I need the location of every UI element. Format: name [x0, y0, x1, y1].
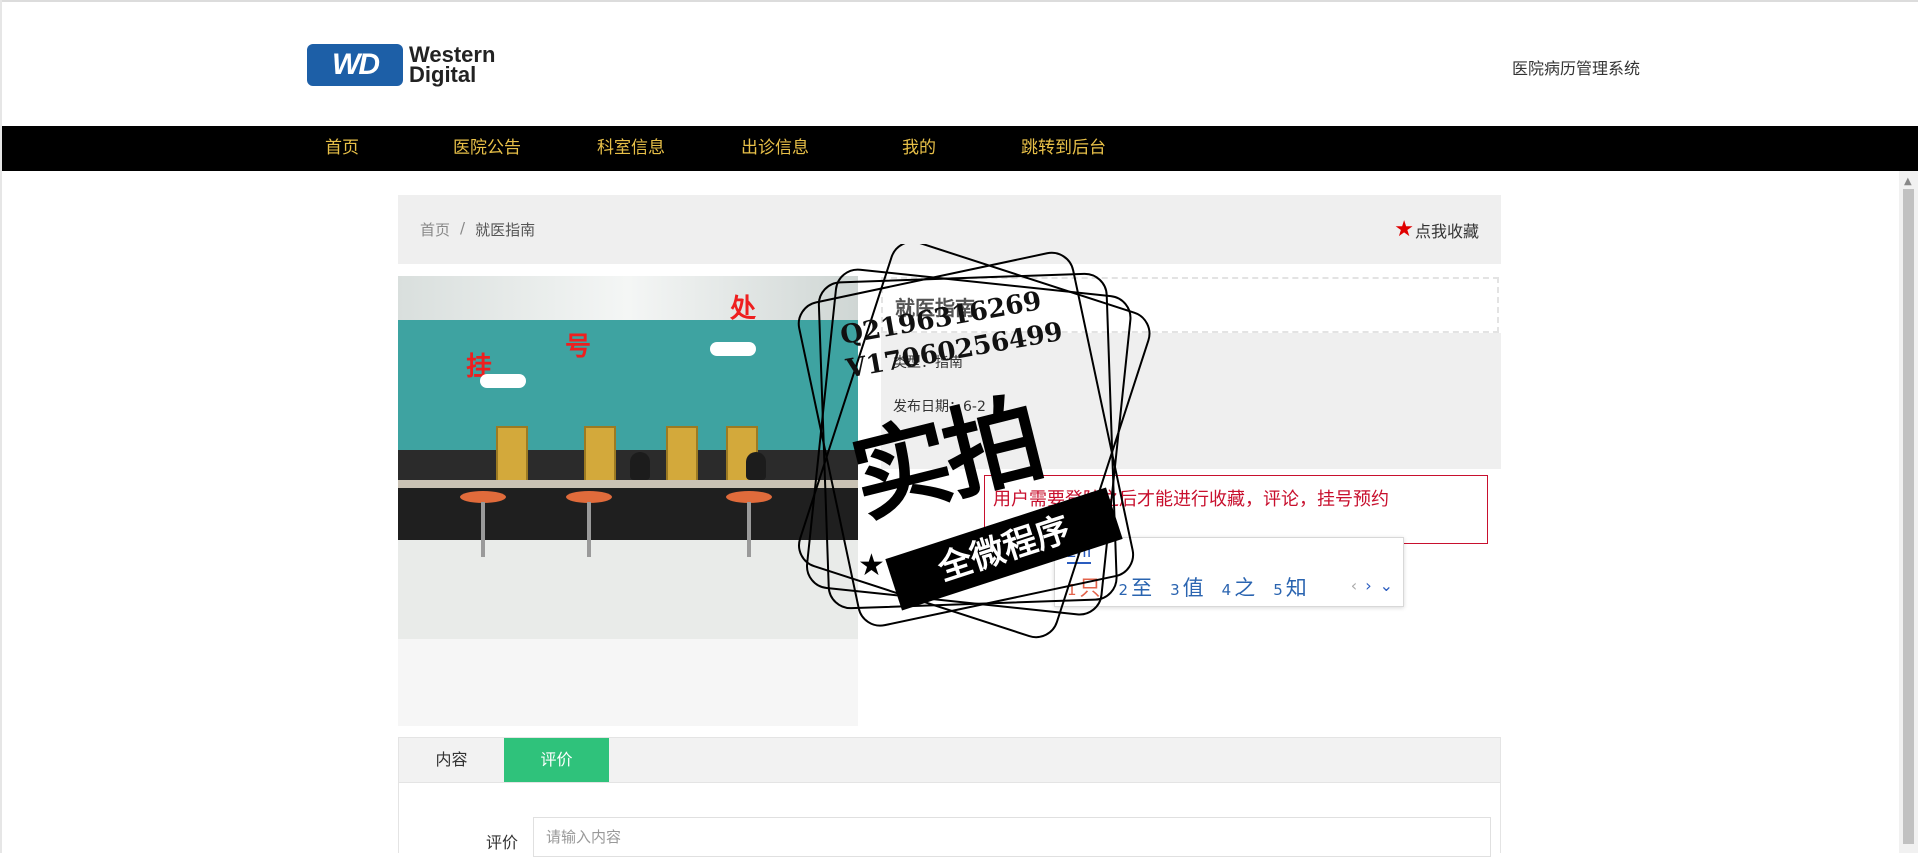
ime-prev-icon[interactable]: ‹ — [1351, 576, 1357, 595]
ime-candidate[interactable]: 2至 — [1119, 572, 1153, 602]
breadcrumb-bar: 首页 / 就医指南 ★ 点我收藏 — [398, 195, 1501, 264]
ime-candidate-number: 3 — [1170, 581, 1180, 599]
photo-window — [666, 426, 698, 488]
breadcrumb-separator: / — [460, 219, 466, 237]
ime-candidate-text: 只 — [1079, 576, 1101, 600]
photo-person — [746, 452, 766, 480]
photo-stool-leg — [747, 502, 751, 557]
ime-expand-icon[interactable]: ⌄ — [1380, 576, 1393, 595]
photo-window — [496, 426, 528, 488]
nav-item-schedule[interactable]: 出诊信息 — [741, 126, 809, 171]
ime-candidate[interactable]: 1只 — [1067, 572, 1101, 602]
ime-candidate-text: 至 — [1131, 576, 1153, 600]
photo-lamp — [480, 374, 526, 388]
ime-next-icon[interactable]: › — [1365, 576, 1371, 595]
tab-review[interactable]: 评价 — [504, 738, 609, 782]
ime-navigation: ‹ › ⌄ — [1351, 576, 1393, 595]
nav-item-home[interactable]: 首页 — [325, 126, 359, 171]
logo-line-2: Digital — [409, 62, 477, 87]
nav-item-admin[interactable]: 跳转到后台 — [1021, 126, 1106, 171]
ime-candidates: 1只 2至 3值 4之 5知 — [1067, 572, 1307, 602]
watermark-star-icon: ★ — [1086, 490, 1113, 525]
photo-lamp — [710, 342, 756, 356]
ime-candidate-popup[interactable]: zhi 1只 2至 3值 4之 5知 ‹ › ⌄ — [1054, 537, 1404, 607]
ime-candidate-number: 4 — [1221, 581, 1232, 599]
star-icon: ★ — [1394, 217, 1414, 242]
review-label: 评价 — [486, 833, 519, 852]
nav-item-announcements[interactable]: 医院公告 — [453, 126, 521, 171]
photo-window — [584, 426, 616, 488]
photo-stool-leg — [587, 502, 591, 557]
site-logo[interactable]: WD Western Digital — [307, 44, 495, 86]
registration-hall-photo: 挂 号 处 — [398, 276, 858, 639]
logo-wordmark: Western Digital — [409, 44, 495, 87]
nav-item-departments[interactable]: 科室信息 — [597, 126, 665, 171]
system-title: 医院病历管理系统 — [1512, 59, 1641, 78]
ime-candidate[interactable]: 4之 — [1222, 572, 1256, 602]
detail-tabs: 内容 评价 — [398, 737, 1501, 783]
logo-mark: WD — [307, 44, 403, 86]
favorite-label: 点我收藏 — [1414, 221, 1479, 241]
ime-candidate-text: 之 — [1234, 576, 1256, 600]
ime-candidate-text: 知 — [1285, 576, 1307, 600]
review-input[interactable] — [533, 817, 1491, 857]
watermark-star-icon: ★ — [858, 548, 885, 583]
photo-sign-char-2: 号 — [565, 332, 592, 362]
ime-candidate-number: 2 — [1118, 581, 1129, 599]
photo-ceiling — [398, 276, 858, 320]
page-scrollbar[interactable]: ▲ — [1899, 171, 1918, 853]
breadcrumb-home[interactable]: 首页 — [420, 219, 450, 240]
ime-candidate-number: 5 — [1273, 581, 1283, 599]
top-border — [0, 0, 1918, 2]
ime-candidate-number: 1 — [1067, 581, 1077, 599]
scroll-up-arrow-icon[interactable]: ▲ — [1904, 176, 1912, 187]
photo-person — [630, 452, 650, 480]
image-panel: 挂 号 处 — [398, 276, 858, 726]
ime-candidate[interactable]: 3值 — [1170, 572, 1204, 602]
ime-candidate[interactable]: 5知 — [1273, 572, 1307, 602]
main-nav: 首页 医院公告 科室信息 出诊信息 我的 跳转到后台 — [2, 126, 1918, 171]
breadcrumb-current: 就医指南 — [475, 221, 536, 239]
nav-item-mine[interactable]: 我的 — [902, 126, 936, 171]
tab-content[interactable]: 内容 — [399, 738, 504, 782]
scroll-thumb[interactable] — [1903, 189, 1914, 844]
photo-stool-leg — [481, 502, 485, 557]
favorite-button[interactable]: ★ 点我收藏 — [1394, 217, 1479, 242]
breadcrumb: 首页 / 就医指南 — [420, 219, 535, 240]
ime-candidate-text: 值 — [1182, 576, 1204, 600]
photo-sign-char-3: 处 — [730, 294, 757, 324]
